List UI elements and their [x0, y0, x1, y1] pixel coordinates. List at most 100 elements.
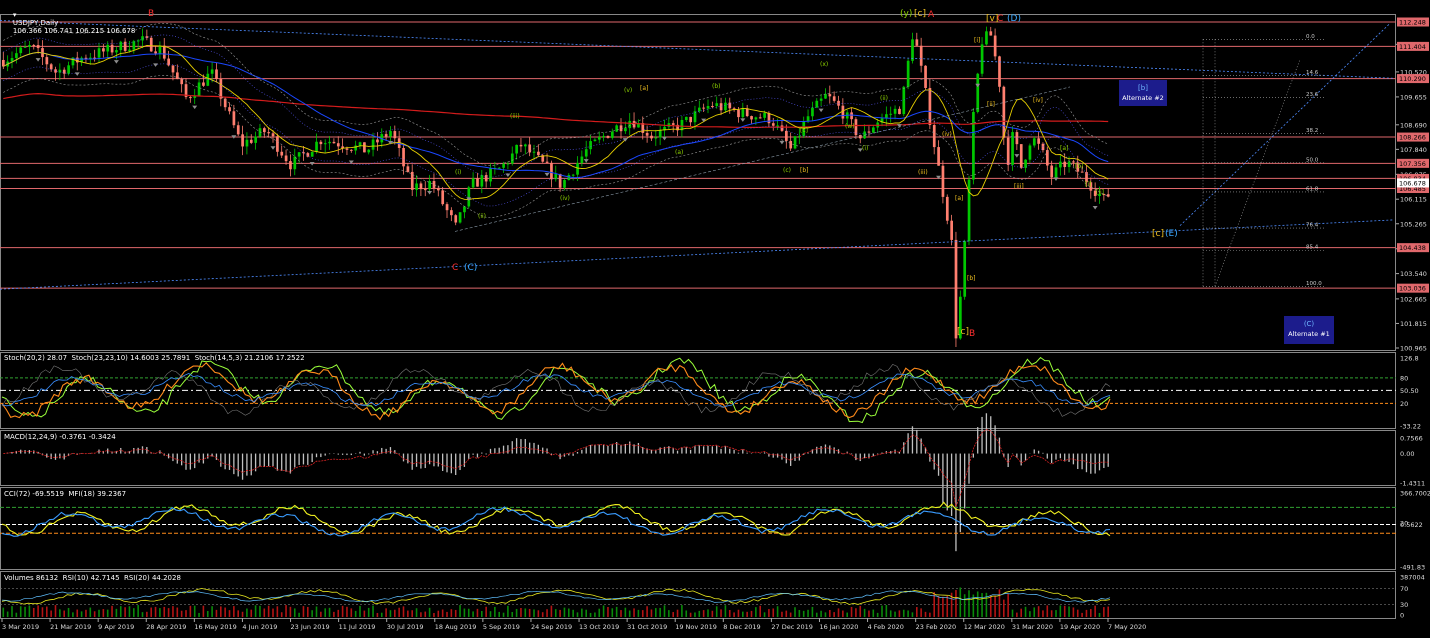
stoch-ytick-label: -33.22: [1400, 423, 1421, 431]
candle-body: [915, 39, 919, 46]
candle-body: [815, 100, 819, 108]
candle-body: [497, 167, 501, 169]
candle-body: [654, 137, 658, 139]
xtick-label: 27 Dec 2019: [771, 623, 813, 631]
candle-body: [1046, 150, 1049, 166]
candle-body: [15, 53, 18, 59]
candle-body: [515, 144, 518, 154]
candle-body: [393, 131, 397, 139]
candle-body: [624, 128, 627, 132]
xtick-label: 5 Sep 2019: [483, 623, 520, 631]
candle-body: [745, 108, 749, 117]
candle-body: [584, 149, 588, 157]
candle-body: [306, 153, 310, 157]
candle-body: [763, 113, 766, 118]
candle-body: [463, 206, 466, 213]
main-ytick-label: 105.265: [1400, 220, 1427, 228]
candle-body: [611, 131, 614, 138]
candle-body: [689, 116, 692, 123]
candle-body: [419, 183, 423, 190]
candle-body: [176, 72, 179, 80]
candle-body: [345, 148, 349, 150]
wave-degree-label: [b]: [967, 275, 976, 282]
candle-body: [402, 147, 405, 167]
candle-body: [1002, 86, 1006, 138]
fib-level-label: 100.0: [1306, 281, 1322, 287]
candle-body: [297, 152, 301, 157]
candle-body: [854, 119, 858, 136]
wave-degree-label: (c): [783, 167, 791, 174]
candle-body: [432, 181, 436, 188]
main-pane-header: ▾ USDJPY,Daily 106.366 106.741 106.215 1…: [4, 3, 135, 43]
candle-body: [932, 125, 936, 148]
xtick-label: 21 Mar 2019: [50, 623, 91, 631]
candle-body: [750, 116, 753, 120]
candle-body: [480, 175, 484, 187]
candle-body: [919, 45, 923, 66]
candle-body: [706, 106, 710, 109]
candle-body: [384, 134, 388, 137]
candle-body: [798, 135, 801, 137]
candle-body: [245, 139, 249, 147]
candle-body: [445, 204, 449, 211]
candle-body: [289, 161, 292, 170]
alternate-box: [b] Alternate #2: [1119, 80, 1167, 106]
cci-ytick-label: 20: [1400, 519, 1408, 527]
candle-body: [154, 51, 157, 54]
wave-degree-label: [c]: [800, 127, 808, 134]
wave-label-c-paren-low: (C): [464, 263, 477, 273]
chart-canvas: 111.475110.520109.655108.690107.840106.9…: [0, 0, 1430, 634]
candle-body: [902, 86, 906, 115]
wave-label-e-projection: (E): [1165, 229, 1178, 239]
candle-body: [580, 156, 584, 164]
candle-body: [989, 31, 993, 36]
candle-body: [280, 151, 284, 156]
candle-body: [576, 163, 579, 175]
fib-level-label: 23.6: [1306, 92, 1319, 98]
level-badge-label: 103.036: [1399, 285, 1426, 293]
candle-body: [202, 82, 205, 86]
xtick-label: 24 Sep 2019: [531, 623, 572, 631]
wave-degree-label: (v): [624, 87, 632, 94]
candle-body: [867, 131, 871, 133]
candle-body: [924, 65, 927, 88]
fib-level-label: 0.0: [1306, 34, 1315, 40]
candle-body: [1063, 161, 1067, 168]
candle-body: [319, 141, 323, 145]
candle-body: [993, 35, 997, 57]
candle-body: [1050, 165, 1054, 178]
candle-body: [537, 151, 540, 156]
candle-body: [149, 37, 153, 52]
candle-body: [1019, 144, 1023, 168]
macd-ytick-label: 0.00: [1400, 450, 1414, 458]
candle-body: [284, 155, 288, 162]
candle-body: [963, 241, 967, 297]
candle-body: [323, 143, 327, 145]
wave-label-b-top: B: [148, 9, 154, 19]
candle-body: [1067, 161, 1071, 168]
cci-pane-header: CCI(72) -69.5519 MFI(18) 39.2367: [4, 490, 127, 498]
candle-body: [371, 139, 375, 150]
candle-body: [215, 69, 218, 79]
candle-body: [502, 163, 505, 168]
wave-degree-label: [b]: [1075, 163, 1084, 170]
alternate-box-wave: (C): [1304, 320, 1315, 328]
candle-body: [737, 109, 740, 118]
candle-body: [811, 107, 814, 117]
wave-degree-label: (iv): [560, 195, 570, 202]
candle-body: [711, 106, 714, 108]
candle-body: [162, 45, 166, 59]
candle-body: [698, 107, 701, 112]
candle-body: [437, 187, 440, 191]
wave-degree-label: [ii]: [1096, 189, 1104, 196]
candle-body: [558, 173, 562, 188]
candle-body: [336, 143, 340, 147]
wave-degree-label: (iii): [510, 113, 520, 120]
xtick-label: 11 Jul 2019: [339, 623, 376, 631]
candle-body: [249, 139, 253, 143]
main-ytick-label: 107.840: [1400, 146, 1427, 154]
volume-ytick-label: 387004: [1400, 574, 1425, 582]
candle-body: [32, 45, 36, 47]
fib-level-label: 61.8: [1306, 186, 1319, 192]
candle-body: [937, 147, 940, 166]
